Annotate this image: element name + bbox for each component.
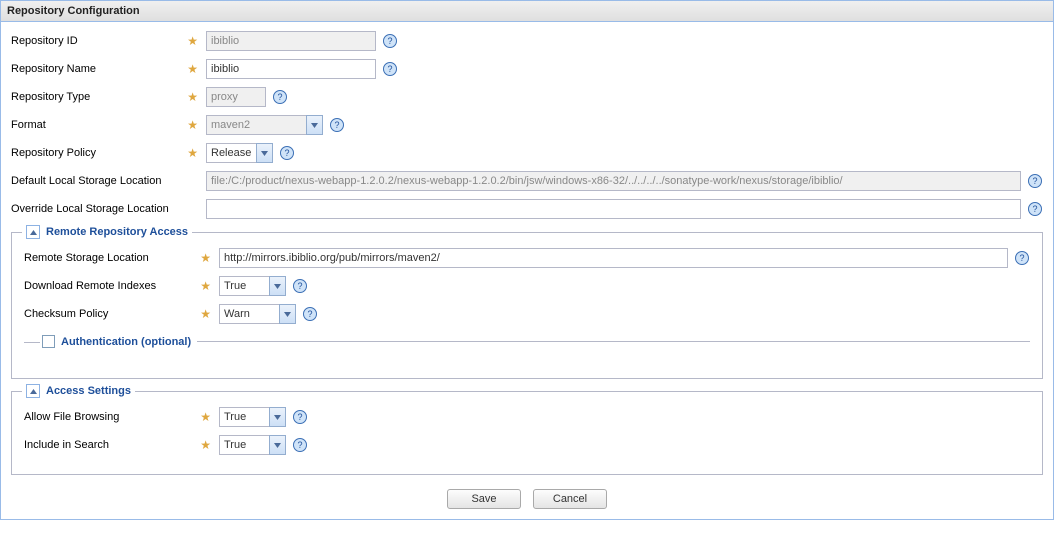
repo-id-input[interactable]: [206, 31, 376, 51]
help-icon[interactable]: ?: [382, 61, 398, 77]
file-browsing-combo[interactable]: [219, 407, 286, 427]
auth-checkbox[interactable]: [42, 335, 55, 348]
policy-combo[interactable]: [206, 143, 273, 163]
svg-text:?: ?: [1032, 204, 1037, 214]
save-button[interactable]: Save: [447, 489, 521, 509]
required-star: ★: [200, 279, 211, 293]
label-repo-id: Repository ID ★: [11, 34, 206, 48]
row-include-search: Include in Search ★ ?: [24, 434, 1030, 456]
row-repo-id: Repository ID ★ ?: [11, 30, 1043, 52]
fieldset-access-settings: Access Settings Allow File Browsing ★ ?: [11, 391, 1043, 475]
include-search-combo[interactable]: [219, 435, 286, 455]
row-repo-name: Repository Name ★ ?: [11, 58, 1043, 80]
svg-text:?: ?: [334, 120, 339, 130]
required-star: ★: [187, 62, 198, 76]
svg-text:?: ?: [277, 92, 282, 102]
include-search-input[interactable]: [219, 435, 269, 455]
row-default-storage: Default Local Storage Location ?: [11, 170, 1043, 192]
svg-text:?: ?: [1019, 253, 1024, 263]
label-policy: Repository Policy ★: [11, 146, 206, 160]
help-icon[interactable]: ?: [292, 278, 308, 294]
label-remote-location: Remote Storage Location ★: [24, 251, 219, 265]
policy-input[interactable]: [206, 143, 256, 163]
checksum-combo[interactable]: [219, 304, 296, 324]
file-browsing-input[interactable]: [219, 407, 269, 427]
help-icon[interactable]: ?: [302, 306, 318, 322]
required-star: ★: [200, 307, 211, 321]
required-star: ★: [187, 146, 198, 160]
row-format: Format ★ ?: [11, 114, 1043, 136]
remote-location-input[interactable]: [219, 248, 1008, 268]
panel-title: Repository Configuration: [7, 5, 140, 17]
legend-remote-access: Remote Repository Access: [22, 225, 192, 239]
row-file-browsing: Allow File Browsing ★ ?: [24, 406, 1030, 428]
help-icon[interactable]: ?: [292, 437, 308, 453]
download-indexes-input[interactable]: [219, 276, 269, 296]
panel-header: Repository Configuration: [1, 1, 1053, 22]
label-repo-type: Repository Type ★: [11, 90, 206, 104]
label-file-browsing: Allow File Browsing ★: [24, 410, 219, 424]
label-repo-name: Repository Name ★: [11, 62, 206, 76]
label-override-storage: Override Local Storage Location: [11, 203, 206, 215]
override-storage-input[interactable]: [206, 199, 1021, 219]
format-input[interactable]: [206, 115, 306, 135]
chevron-down-icon[interactable]: [279, 304, 296, 324]
label-include-search: Include in Search ★: [24, 438, 219, 452]
help-icon[interactable]: ?: [1027, 201, 1043, 217]
svg-text:?: ?: [284, 148, 289, 158]
row-override-storage: Override Local Storage Location ?: [11, 198, 1043, 220]
required-star: ★: [200, 438, 211, 452]
chevron-down-icon[interactable]: [306, 115, 323, 135]
panel-body: Repository ID ★ ? Repository Name ★ ? Re…: [1, 22, 1053, 519]
required-star: ★: [187, 90, 198, 104]
help-icon[interactable]: ?: [272, 89, 288, 105]
svg-text:?: ?: [387, 36, 392, 46]
repo-name-input[interactable]: [206, 59, 376, 79]
collapse-toggle[interactable]: [26, 225, 40, 239]
required-star: ★: [200, 251, 211, 265]
svg-text:?: ?: [1032, 176, 1037, 186]
svg-text:?: ?: [307, 309, 312, 319]
required-star: ★: [200, 410, 211, 424]
cancel-button[interactable]: Cancel: [533, 489, 607, 509]
row-checksum: Checksum Policy ★ ?: [24, 303, 1030, 325]
svg-text:?: ?: [387, 64, 392, 74]
row-download-indexes: Download Remote Indexes ★ ?: [24, 275, 1030, 297]
row-policy: Repository Policy ★ ?: [11, 142, 1043, 164]
label-format: Format ★: [11, 118, 206, 132]
fieldset-remote-access: Remote Repository Access Remote Storage …: [11, 232, 1043, 379]
checksum-input[interactable]: [219, 304, 279, 324]
required-star: ★: [187, 118, 198, 132]
row-remote-location: Remote Storage Location ★ ?: [24, 247, 1030, 269]
help-icon[interactable]: ?: [382, 33, 398, 49]
svg-text:?: ?: [297, 281, 302, 291]
repo-type-input[interactable]: [206, 87, 266, 107]
sub-fieldset-auth: Authentication (optional): [24, 335, 1030, 348]
help-icon[interactable]: ?: [329, 117, 345, 133]
default-storage-input[interactable]: [206, 171, 1021, 191]
chevron-down-icon[interactable]: [256, 143, 273, 163]
label-download-indexes: Download Remote Indexes ★: [24, 279, 219, 293]
row-repo-type: Repository Type ★ ?: [11, 86, 1043, 108]
chevron-down-icon[interactable]: [269, 435, 286, 455]
help-icon[interactable]: ?: [1014, 250, 1030, 266]
label-default-storage: Default Local Storage Location: [11, 175, 206, 187]
required-star: ★: [187, 34, 198, 48]
auth-label: Authentication (optional): [61, 336, 191, 348]
help-icon[interactable]: ?: [292, 409, 308, 425]
help-icon[interactable]: ?: [279, 145, 295, 161]
collapse-toggle[interactable]: [26, 384, 40, 398]
legend-access-settings: Access Settings: [22, 384, 135, 398]
chevron-down-icon[interactable]: [269, 407, 286, 427]
help-icon[interactable]: ?: [1027, 173, 1043, 189]
chevron-down-icon[interactable]: [269, 276, 286, 296]
svg-text:?: ?: [297, 412, 302, 422]
svg-text:?: ?: [297, 440, 302, 450]
download-indexes-combo[interactable]: [219, 276, 286, 296]
repository-config-panel: Repository Configuration Repository ID ★…: [0, 0, 1054, 520]
button-row: Save Cancel: [11, 489, 1043, 509]
format-combo[interactable]: [206, 115, 323, 135]
label-checksum: Checksum Policy ★: [24, 307, 219, 321]
